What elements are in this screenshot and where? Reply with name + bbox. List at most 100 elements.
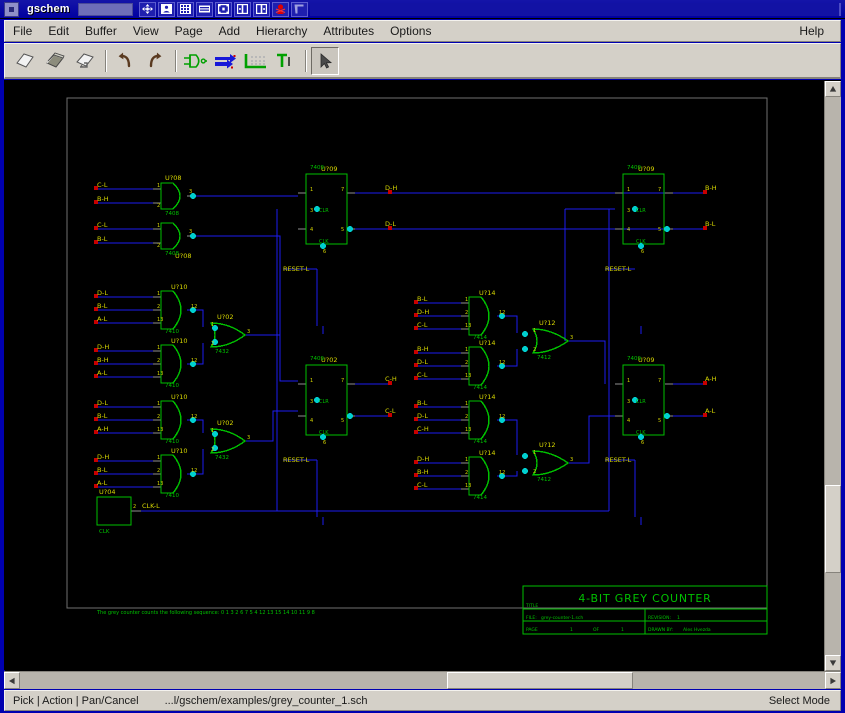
- select-tool-button[interactable]: [311, 46, 339, 75]
- add-net-button[interactable]: [211, 47, 239, 75]
- title-block: 4-BIT GREY COUNTER TITLE FILE: grey-coun…: [522, 585, 768, 635]
- bus-icon: [244, 53, 266, 68]
- svg-text:3: 3: [310, 208, 313, 214]
- net-label: A-H: [705, 375, 717, 383]
- svg-text:7414: 7414: [473, 439, 487, 445]
- menu-bar: File Edit Buffer View Page Add Hierarchy…: [4, 20, 841, 42]
- net-label: B-H: [97, 195, 109, 203]
- toolbar-separator: [175, 49, 177, 72]
- svg-text:7432: 7432: [215, 349, 229, 355]
- svg-text:1: 1: [157, 455, 160, 461]
- menu-buffer[interactable]: Buffer: [77, 21, 125, 41]
- vscroll-thumb[interactable]: [825, 485, 841, 573]
- and-gate: [468, 400, 490, 440]
- iconify-button[interactable]: [157, 1, 175, 17]
- redo-button[interactable]: [141, 47, 169, 75]
- scroll-up-button[interactable]: [825, 81, 841, 97]
- svg-text:2: 2: [157, 468, 160, 474]
- svg-text:CLR: CLR: [636, 208, 646, 214]
- svg-text:6: 6: [323, 440, 326, 446]
- menu-edit[interactable]: Edit: [40, 21, 77, 41]
- menu-add[interactable]: Add: [211, 21, 248, 41]
- title-caption: TITLE: [525, 603, 538, 609]
- svg-text:7: 7: [658, 187, 661, 193]
- titlebar-spacer: [309, 2, 841, 16]
- status-filepath: ...l/gschem/examples/grey_counter_1.sch: [164, 694, 368, 707]
- save-file-button[interactable]: [71, 47, 99, 75]
- window-menu-button[interactable]: [4, 1, 19, 17]
- gate-refdes: U?12: [539, 441, 555, 449]
- maximize-button[interactable]: [176, 1, 194, 17]
- gate-refdes: U?10: [171, 447, 187, 455]
- net-icon: [215, 53, 236, 68]
- svg-text:3: 3: [570, 335, 573, 341]
- gate-refdes: U?10: [171, 393, 187, 401]
- move-button[interactable]: [138, 1, 156, 17]
- svg-text:12: 12: [191, 414, 197, 420]
- svg-text:7410: 7410: [165, 493, 179, 499]
- workspace2-button[interactable]: [252, 1, 270, 17]
- or-gate: [531, 450, 570, 476]
- and-gate: [468, 296, 490, 336]
- svg-text:7: 7: [341, 187, 344, 193]
- and-gate: [468, 456, 490, 496]
- svg-text:7412: 7412: [537, 477, 551, 483]
- svg-text:5: 5: [341, 418, 344, 424]
- scroll-down-button[interactable]: [825, 655, 841, 671]
- open-file-button[interactable]: [41, 47, 69, 75]
- svg-text:12: 12: [191, 304, 197, 310]
- svg-text:13: 13: [157, 371, 163, 377]
- resize-icon: [217, 4, 229, 14]
- and-gate: [160, 400, 182, 440]
- menu-button[interactable]: [290, 1, 308, 17]
- svg-text:7414: 7414: [473, 335, 487, 341]
- svg-text:6: 6: [641, 249, 644, 255]
- drawn-value: Ales Hvezda: [683, 627, 711, 633]
- hscroll-thumb[interactable]: [447, 672, 633, 689]
- menu-page[interactable]: Page: [167, 21, 211, 41]
- svg-text:1: 1: [627, 187, 630, 193]
- add-text-button[interactable]: [271, 47, 299, 75]
- close-button[interactable]: [271, 1, 289, 17]
- undo-button[interactable]: [111, 47, 139, 75]
- menu-view[interactable]: View: [125, 21, 167, 41]
- svg-text:1: 1: [627, 378, 630, 384]
- resize-button[interactable]: [214, 1, 232, 17]
- svg-text:2: 2: [157, 203, 160, 209]
- new-file-button[interactable]: [11, 47, 39, 75]
- page-caption: PAGE: [526, 627, 538, 633]
- scroll-left-button[interactable]: [4, 672, 20, 689]
- revision-caption: REVISION:: [648, 615, 671, 621]
- svg-text:3: 3: [247, 329, 250, 335]
- menu-options[interactable]: Options: [382, 21, 439, 41]
- horizontal-scrollbar[interactable]: [4, 671, 841, 689]
- svg-text:CLR: CLR: [319, 399, 329, 405]
- net-label: D-L: [97, 399, 108, 407]
- svg-text:7409: 7409: [310, 165, 324, 171]
- svg-text:1: 1: [310, 378, 313, 384]
- add-component-button[interactable]: [181, 47, 209, 75]
- menu-attributes[interactable]: Attributes: [315, 21, 382, 41]
- window-title: gschem: [27, 3, 70, 15]
- vertical-scrollbar[interactable]: [824, 81, 841, 671]
- svg-text:13: 13: [465, 427, 471, 433]
- svg-text:13: 13: [465, 483, 471, 489]
- svg-text:13: 13: [465, 323, 471, 329]
- schematic-canvas[interactable]: U?08 U?08 U?10 U?10 U?10 U?10 U?02 U?02 …: [5, 81, 826, 671]
- hscroll-trough[interactable]: [20, 672, 825, 689]
- menu-hierarchy[interactable]: Hierarchy: [248, 21, 315, 41]
- gate-refdes: U?14: [479, 449, 495, 457]
- scroll-right-button[interactable]: [825, 672, 841, 689]
- workspace1-button[interactable]: [233, 1, 251, 17]
- net-label: D-H: [417, 308, 429, 316]
- component-layer: [96, 173, 665, 526]
- net-label: RESET-L: [605, 265, 632, 273]
- shade-button[interactable]: [195, 1, 213, 17]
- and-gate: [160, 222, 181, 250]
- menu-help[interactable]: Help: [791, 21, 832, 41]
- menu-file[interactable]: File: [5, 21, 40, 41]
- add-bus-button[interactable]: [241, 47, 269, 75]
- net-label: C-L: [97, 221, 108, 229]
- iconify-icon: [160, 4, 172, 14]
- svg-text:1: 1: [465, 297, 468, 303]
